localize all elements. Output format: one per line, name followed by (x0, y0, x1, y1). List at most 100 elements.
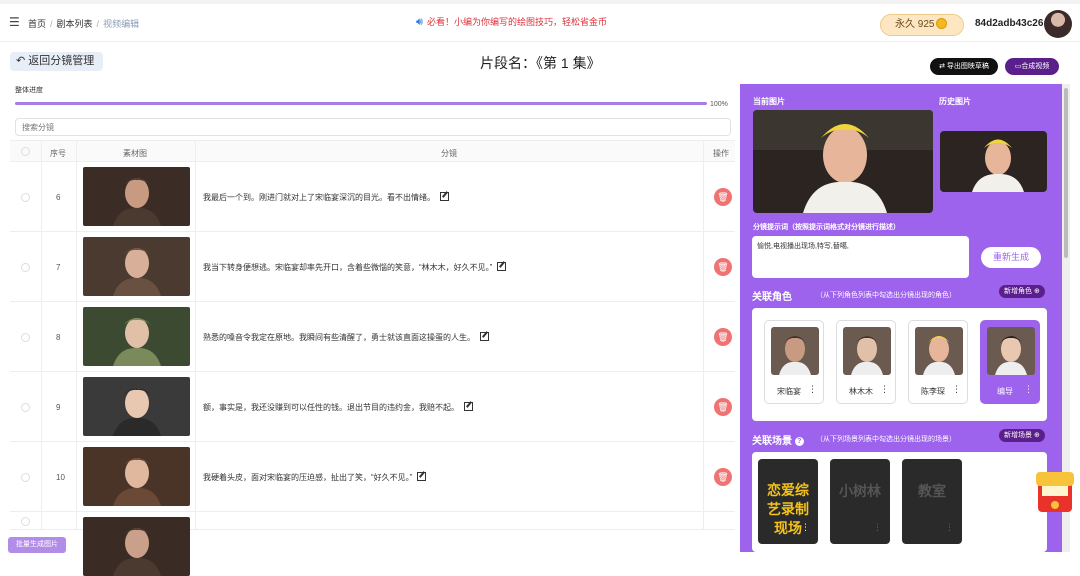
more-vertical-icon[interactable]: ⋮ (873, 522, 882, 533)
notice-banner[interactable]: 🔊︎ 必看！小编为你编写的绘图技巧，轻松省金币 (416, 15, 607, 29)
role-card[interactable]: 编导 ⋮ (980, 320, 1040, 404)
history-image[interactable] (940, 131, 1047, 192)
back-to-storyboard-button[interactable]: ↶ 返回分镜管理 (10, 52, 104, 71)
scene-card[interactable]: 恋爱综艺录制现场 ⋮ (758, 459, 818, 544)
material-thumbnail[interactable] (83, 377, 190, 436)
role-avatar (771, 327, 819, 375)
row-select-radio[interactable] (21, 333, 30, 342)
more-vertical-icon[interactable]: ⋮ (880, 384, 889, 395)
more-vertical-icon[interactable]: ⋮ (945, 522, 954, 533)
table-row[interactable]: 8 熟悉的嗓音令我定在原地。我瞬间有些清醒了，勇士就该直面这操蛋的人生。 🗑︎ (10, 302, 735, 372)
table-row[interactable]: 6 我最后一个到。刚进门就对上了宋临宴深沉的目光。看不出情绪。 🗑︎ (10, 162, 735, 232)
select-all-radio[interactable] (21, 147, 30, 156)
trash-icon[interactable]: 🗑︎ (714, 188, 732, 206)
export-draft-button[interactable]: ⇄ 导出图映草稿 (930, 58, 998, 75)
trash-icon[interactable]: 🗑︎ (714, 398, 732, 416)
table-row[interactable] (10, 512, 735, 576)
batch-generate-button[interactable]: 批量生成图片 (8, 537, 66, 553)
more-vertical-icon[interactable]: ⋮ (1024, 384, 1033, 395)
plus-circle-icon: ⊕ (1033, 288, 1040, 295)
column-divider (703, 140, 704, 530)
progress-percent: 100% (710, 101, 728, 108)
trash-icon[interactable]: 🗑︎ (714, 328, 732, 346)
page-title: 片段名：《第 1 集》 (480, 55, 601, 71)
username[interactable]: 84d2adb43c26 (975, 18, 1043, 29)
row-select-radio[interactable] (21, 517, 30, 526)
scene-name: 小树林 (839, 483, 881, 499)
col-index: 序号 (50, 149, 66, 158)
storyboard-text[interactable]: 熟悉的嗓音令我定在原地。我瞬间有些清醒了，勇士就该直面这操蛋的人生。 (203, 332, 489, 343)
more-vertical-icon[interactable]: ⋮ (952, 384, 961, 395)
back-label: 返回分镜管理 (28, 55, 95, 67)
related-roles-title: 关联角色 (752, 292, 792, 303)
material-thumbnail[interactable] (83, 237, 190, 296)
row-select-radio[interactable] (21, 473, 30, 482)
trash-icon[interactable]: 🗑︎ (714, 258, 732, 276)
column-divider (41, 140, 42, 530)
storyboard-table: 序号 素材图 分镜 操作 6 我最后一个到。刚进门就对上了宋临宴深沉的目光。看不出… (10, 140, 735, 576)
coin-icon (936, 18, 948, 29)
vip-balance-badge[interactable]: 永久 925 (880, 14, 964, 36)
row-index: 8 (56, 333, 61, 342)
regenerate-button[interactable]: 重新生成 (981, 247, 1041, 268)
storyboard-text[interactable]: 我最后一个到。刚进门就对上了宋临宴深沉的目光。看不出情绪。 (203, 192, 449, 203)
col-storyboard: 分镜 (441, 149, 457, 158)
compose-video-button[interactable]: ▭合成视频 (1005, 58, 1059, 75)
role-card[interactable]: 陈李琛 ⋮ (908, 320, 968, 404)
progress-fill (15, 102, 707, 105)
material-thumbnail[interactable] (83, 447, 190, 506)
material-thumbnail[interactable] (83, 517, 190, 576)
related-scenes-title-text: 关联场景 (752, 436, 792, 447)
role-card[interactable]: 林木木 ⋮ (836, 320, 896, 404)
search-input[interactable] (15, 118, 731, 136)
more-vertical-icon[interactable]: ⋮ (808, 384, 817, 395)
table-row[interactable]: 9 额，事实是，我还没赚到可以任性的钱。退出节目的违约金，我赔不起。 🗑︎ (10, 372, 735, 442)
add-scene-button[interactable]: 新增场景 ⊕ (999, 429, 1045, 442)
storyboard-text-content: 熟悉的嗓音令我定在原地。我瞬间有些清醒了，勇士就该直面这操蛋的人生。 (203, 333, 475, 342)
storyboard-text-content: 额，事实是，我还没赚到可以任性的钱。退出节目的违约金，我赔不起。 (203, 403, 459, 412)
edit-icon[interactable] (417, 472, 427, 481)
breadcrumb-home[interactable]: 首页 (28, 19, 46, 29)
edit-icon[interactable] (440, 192, 449, 201)
gift-red-packet-icon[interactable] (1034, 468, 1076, 514)
row-select-radio[interactable] (21, 263, 30, 272)
storyboard-text-content: 我最后一个到。刚进门就对上了宋临宴深沉的目光。看不出情绪。 (203, 193, 435, 202)
add-role-button[interactable]: 新增角色 ⊕ (999, 285, 1045, 298)
more-vertical-icon[interactable]: ⋮ (801, 522, 810, 533)
scene-name: 教室 (918, 483, 946, 499)
row-select-radio[interactable] (21, 403, 30, 412)
edit-icon[interactable] (464, 402, 473, 411)
breadcrumb: 首页 / 剧本列表 / 视频编辑 (28, 19, 140, 29)
storyboard-text[interactable]: 我当下转身便想逃。宋临宴却率先开口，含着些微惱的笑意，“林木木，好久不见。” (203, 262, 507, 273)
breadcrumb-script-list[interactable]: 剧本列表 (57, 19, 93, 29)
row-index: 6 (56, 193, 61, 202)
role-name: 林木木 (849, 387, 873, 396)
role-avatar (987, 327, 1035, 375)
current-image[interactable] (753, 110, 933, 213)
notice-text[interactable]: 必看！小编为你编写的绘图技巧，轻松省金币 (427, 17, 607, 27)
menu-toggle-icon[interactable]: ☰ (9, 15, 20, 29)
storyboard-text[interactable]: 我硬着头皮，面对宋临宴的压迫感，扯出了笑，“好久不见。” (203, 472, 427, 483)
role-name: 陈李琛 (921, 387, 945, 396)
edit-icon[interactable] (497, 262, 507, 271)
table-row[interactable]: 7 我当下转身便想逃。宋临宴却率先开口，含着些微惱的笑意，“林木木，好久不见。” 🗑… (10, 232, 735, 302)
history-image-label: 历史图片 (939, 97, 971, 106)
role-name: 编导 (997, 387, 1013, 396)
current-image-label: 当前图片 (753, 97, 785, 106)
role-card[interactable]: 宋临宴 ⋮ (764, 320, 824, 404)
row-select-radio[interactable] (21, 193, 30, 202)
prompt-textarea[interactable]: 愉悦,电视播出现场,特写,替噶, (752, 236, 969, 278)
help-icon[interactable]: ? (794, 437, 804, 446)
trash-icon[interactable]: 🗑︎ (714, 468, 732, 486)
table-row[interactable]: 10 我硬着头皮，面对宋临宴的压迫感，扯出了笑，“好久不见。” 🗑︎ (10, 442, 735, 512)
prompt-label: 分镜提示词（按照提示词格式对分镜进行描述） (753, 224, 900, 231)
material-thumbnail[interactable] (83, 167, 190, 226)
edit-icon[interactable] (480, 332, 489, 341)
add-scene-label: 新增场景 (1004, 432, 1032, 439)
material-thumbnail[interactable] (83, 307, 190, 366)
scene-card[interactable]: 小树林 ⋮ (830, 459, 890, 544)
storyboard-text[interactable]: 额，事实是，我还没赚到可以任性的钱。退出节目的违约金，我赔不起。 (203, 402, 473, 413)
avatar[interactable] (1044, 10, 1072, 38)
scene-card[interactable]: 教室 ⋮ (902, 459, 962, 544)
progress-bar (15, 102, 707, 105)
